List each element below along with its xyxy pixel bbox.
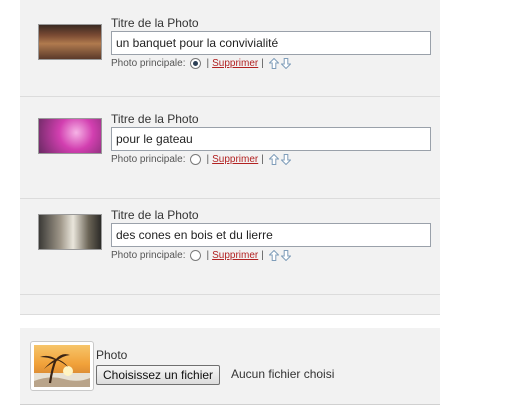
photo-list-panel: Titre de la Photo Photo principale: | Su… xyxy=(20,0,440,314)
arrow-up-icon[interactable] xyxy=(268,154,279,165)
separator: | xyxy=(206,250,210,261)
arrow-down-icon[interactable] xyxy=(280,250,291,261)
photo-meta-row: Photo principale: | Supprimer | xyxy=(111,250,291,261)
file-status-text: Aucun fichier choisi xyxy=(231,367,335,381)
separator: | xyxy=(206,154,210,165)
separator: | xyxy=(261,250,264,261)
separator: | xyxy=(206,58,210,69)
separator: | xyxy=(261,154,264,165)
photo-title-label: Titre de la Photo xyxy=(111,208,199,222)
photo-title-input[interactable] xyxy=(111,127,431,151)
main-photo-label: Photo principale: xyxy=(111,154,186,165)
photo-title-label: Titre de la Photo xyxy=(111,112,199,126)
main-photo-radio[interactable] xyxy=(189,154,201,165)
separator: | xyxy=(261,58,264,69)
placeholder-image-content xyxy=(34,345,90,387)
photo-title-label: Titre de la Photo xyxy=(111,16,199,30)
arrow-up-icon[interactable] xyxy=(268,58,279,69)
empty-row xyxy=(20,294,440,314)
main-photo-label: Photo principale: xyxy=(111,58,186,69)
delete-link[interactable]: Supprimer xyxy=(212,58,258,69)
photo-thumbnail xyxy=(38,24,102,60)
delete-link[interactable]: Supprimer xyxy=(212,250,258,261)
photo-meta-row: Photo principale: | Supprimer | xyxy=(111,58,291,69)
photo-thumbnail xyxy=(38,118,102,154)
placeholder-image-icon xyxy=(30,341,94,391)
main-photo-radio[interactable] xyxy=(189,250,201,261)
upload-label: Photo xyxy=(96,348,128,362)
photo-thumbnail xyxy=(38,214,102,250)
photo-upload-section: Photo Choisissez un fichier Aucun fichie… xyxy=(20,328,440,405)
arrow-down-icon[interactable] xyxy=(280,154,291,165)
choose-file-button[interactable]: Choisissez un fichier xyxy=(96,365,221,385)
main-photo-label: Photo principale: xyxy=(111,250,186,261)
photo-meta-row: Photo principale: | Supprimer | xyxy=(111,154,291,165)
delete-link[interactable]: Supprimer xyxy=(212,154,258,165)
palm-tree-icon xyxy=(34,354,90,387)
arrow-up-icon[interactable] xyxy=(268,250,279,261)
photo-title-input[interactable] xyxy=(111,31,431,55)
arrow-down-icon[interactable] xyxy=(280,58,291,69)
main-photo-radio[interactable] xyxy=(189,58,201,69)
photo-title-input[interactable] xyxy=(111,223,431,247)
section-divider xyxy=(20,314,440,329)
